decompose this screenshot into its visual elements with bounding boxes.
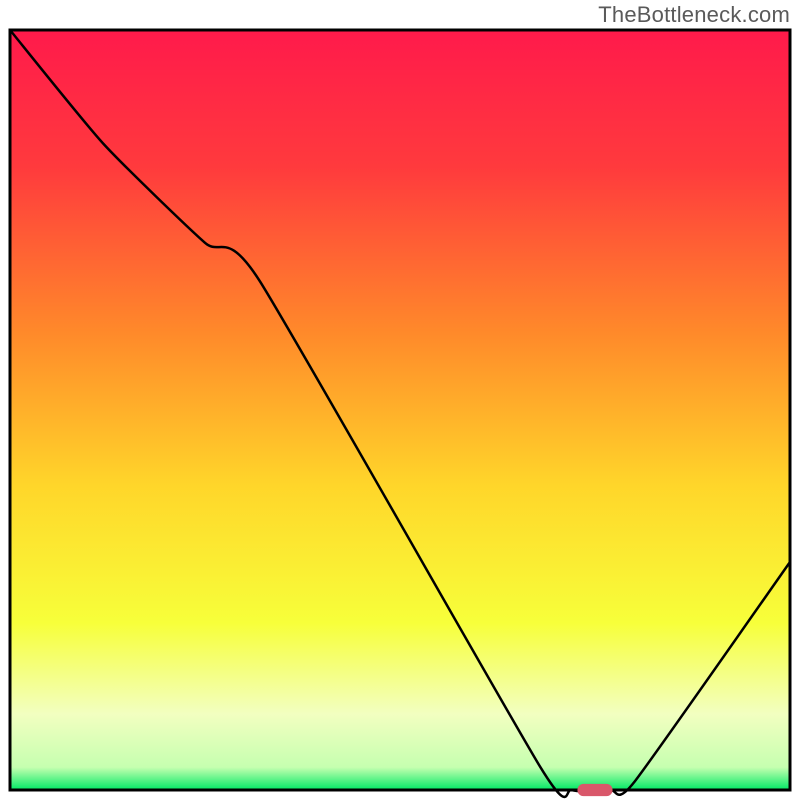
bottleneck-chart xyxy=(0,0,800,800)
gradient-background xyxy=(10,30,790,790)
chart-container: TheBottleneck.com xyxy=(0,0,800,800)
watermark-text: TheBottleneck.com xyxy=(598,2,790,28)
optimal-point-marker xyxy=(577,784,612,796)
